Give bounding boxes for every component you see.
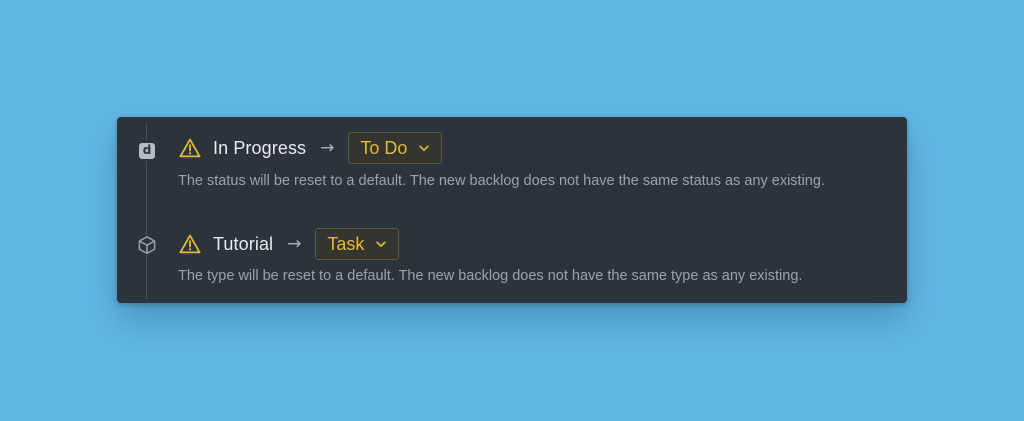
chevron-down-icon bbox=[376, 240, 387, 248]
status-change-header: In Progress → To Do bbox=[179, 131, 443, 165]
migration-warning-panel: d In Progress → To Do The status will be… bbox=[117, 117, 907, 303]
status-node: d bbox=[137, 141, 157, 161]
chevron-down-icon bbox=[419, 144, 430, 152]
new-status-value: To Do bbox=[360, 137, 408, 158]
arrow-right-icon: → bbox=[287, 234, 302, 254]
arrow-right-icon: → bbox=[320, 138, 335, 158]
new-type-value: Task bbox=[327, 233, 365, 254]
warning-icon bbox=[179, 137, 203, 159]
cube-icon bbox=[137, 235, 157, 255]
warning-icon bbox=[179, 233, 203, 255]
new-status-dropdown[interactable]: To Do bbox=[348, 132, 443, 164]
status-change-description: The status will be reset to a default. T… bbox=[178, 173, 825, 189]
new-type-dropdown[interactable]: Task bbox=[315, 228, 400, 260]
type-change-description: The type will be reset to a default. The… bbox=[178, 268, 803, 284]
original-status-label: In Progress bbox=[213, 137, 307, 158]
original-type-label: Tutorial bbox=[213, 233, 274, 254]
status-badge-icon: d bbox=[139, 143, 155, 159]
type-change-header: Tutorial → Task bbox=[179, 227, 400, 261]
